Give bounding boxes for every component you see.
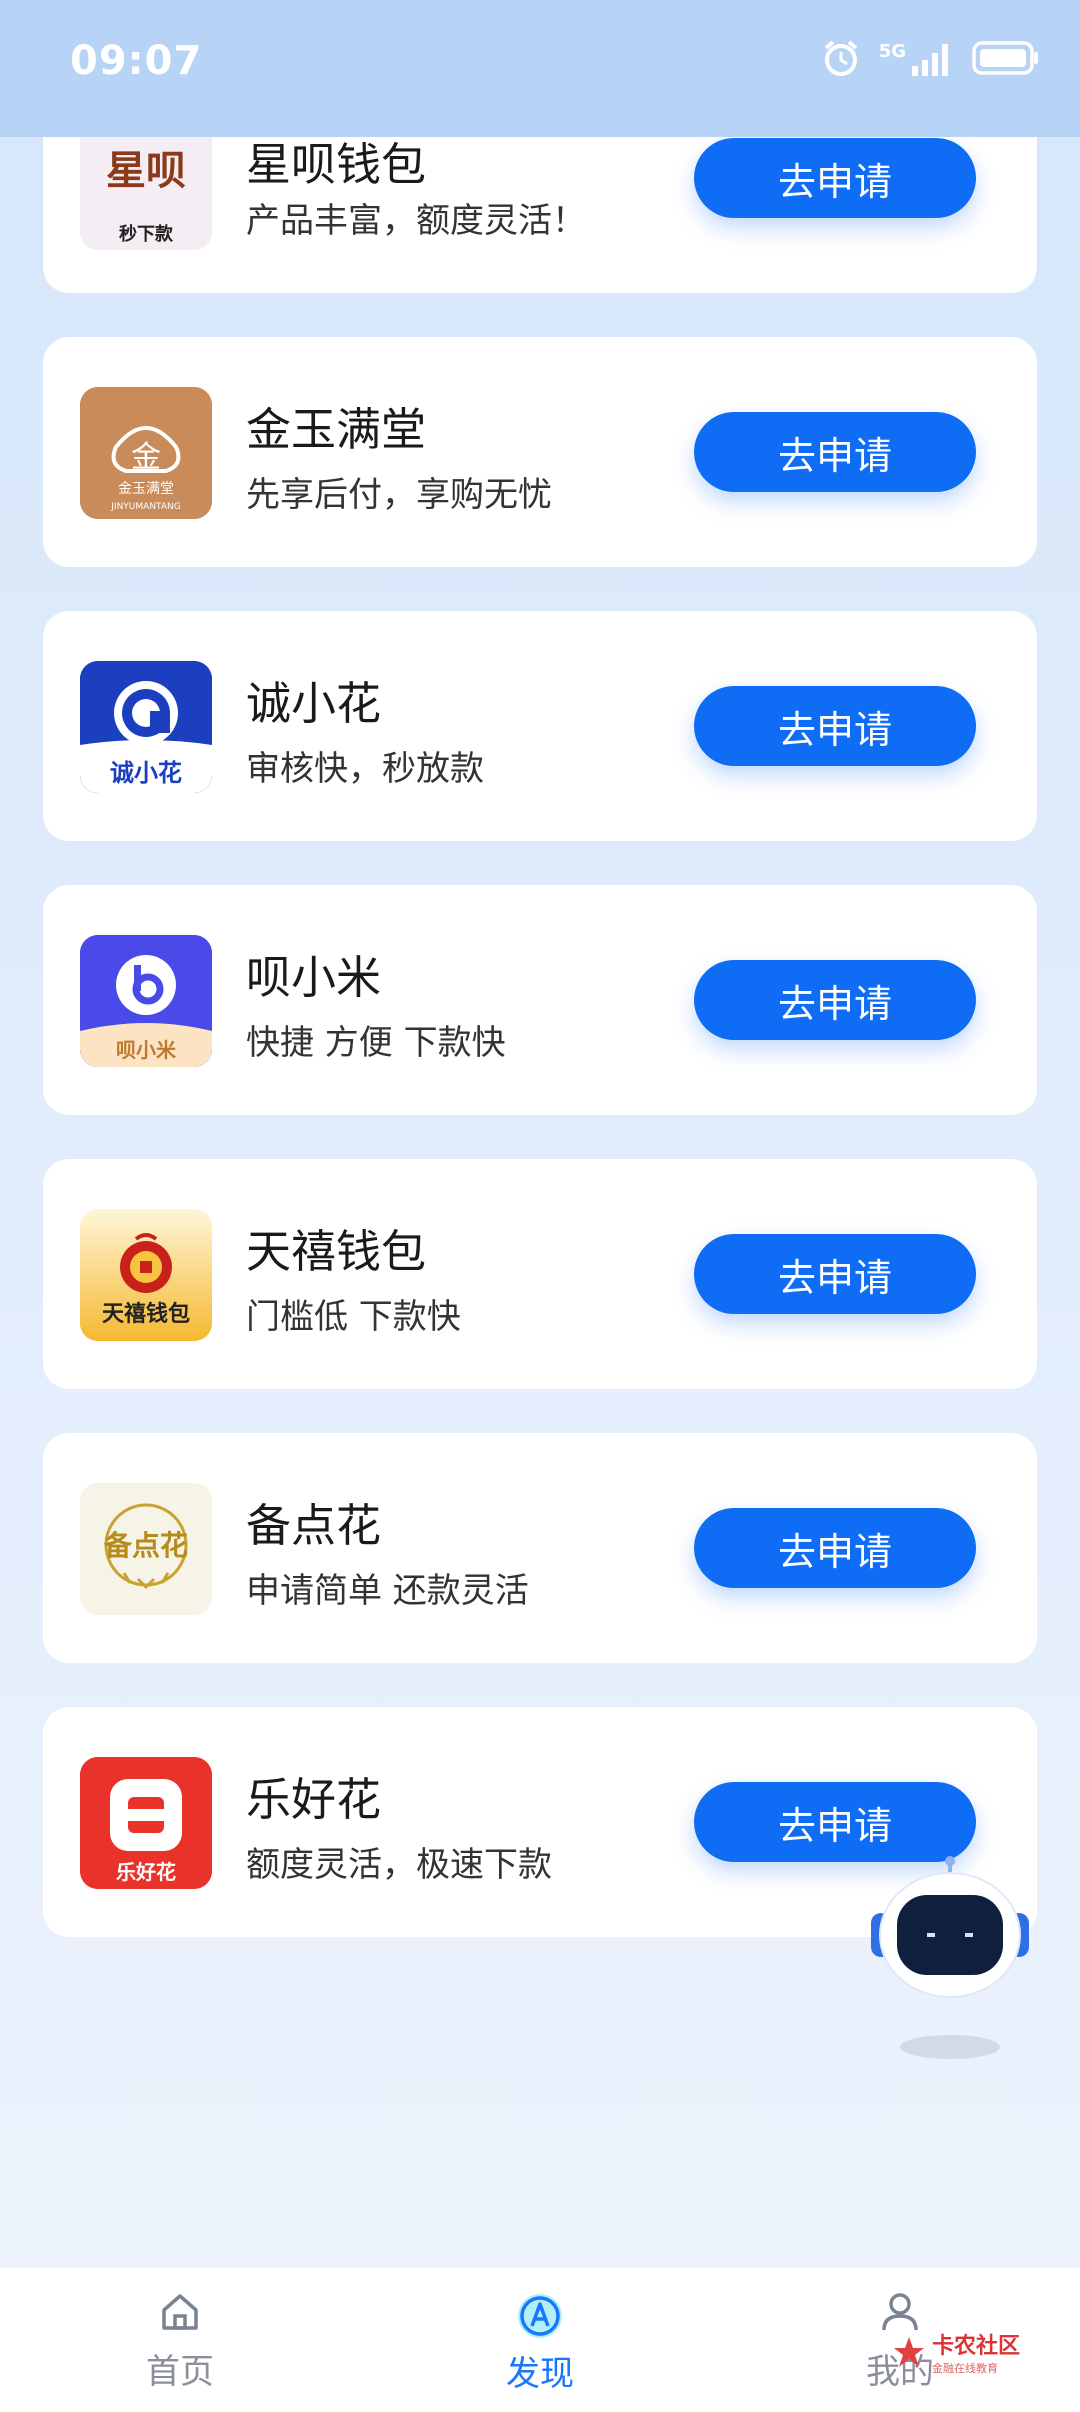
chengxiaohua-logo-text: 诚小花 [110, 759, 182, 787]
jinyumantang-logo-text: 金玉满堂 [118, 481, 174, 497]
discover-icon [518, 2294, 562, 2338]
apply-button[interactable]: 去申请 [694, 960, 976, 1040]
product-name: 星呗钱包 [246, 138, 427, 191]
assistant-robot-button[interactable] [865, 1855, 1035, 2065]
tab-home[interactable]: 首页 [90, 2290, 270, 2393]
product-desc: 产品丰富，额度灵活！ [246, 201, 586, 241]
xingbei-logo-text: 星呗 [106, 148, 186, 194]
tab-discover[interactable]: 发现 [450, 2290, 630, 2395]
product-desc: 门槛低 下款快 [246, 1297, 461, 1337]
product-desc: 申请简单 还款灵活 [246, 1571, 529, 1611]
apply-button[interactable]: 去申请 [694, 1782, 976, 1862]
chengxiaohua-logo-icon: 诚小花 [80, 661, 212, 793]
tab-home-label: 首页 [146, 2352, 214, 2392]
tab-discover-label: 发现 [506, 2354, 574, 2394]
product-desc: 先享后付，享购无忧 [246, 475, 552, 515]
svg-text:金: 金 [131, 440, 161, 475]
robot-icon [871, 1856, 1029, 2059]
product-name: 金玉满堂 [246, 403, 427, 456]
status-icons: 5G [821, 38, 1040, 78]
product-name: 乐好花 [246, 1773, 382, 1826]
tianxi-logo-text: 天禧钱包 [102, 1301, 190, 1327]
product-card[interactable]: 天禧钱包 天禧钱包 门槛低 下款快 去申请 [43, 1159, 1037, 1389]
lehaohua-logo-icon: 乐好花 [80, 1757, 212, 1889]
product-card[interactable]: 备点花 备点花 申请简单 还款灵活 去申请 [43, 1433, 1037, 1663]
signal-icon [912, 44, 948, 76]
beixiaomi-logo-icon: 呗小米 [80, 935, 212, 1067]
tianxi-logo-icon: 天禧钱包 [80, 1209, 212, 1341]
jinyumantang-logo-icon: 金 金玉满堂 JINYUMANTANG [80, 387, 212, 519]
status-time: 09:07 [70, 38, 203, 84]
product-card[interactable]: 金 金玉满堂 JINYUMANTANG 金玉满堂 先享后付，享购无忧 去申请 [43, 337, 1037, 567]
beidianhua-logo-text: 备点花 [103, 1529, 188, 1562]
watermark-title: 卡农社区 [931, 2334, 1020, 2359]
jinyumantang-logo-sub: JINYUMANTANG [110, 502, 180, 512]
apply-button[interactable]: 去申请 [694, 1234, 976, 1314]
product-name: 备点花 [246, 1499, 382, 1552]
product-name: 天禧钱包 [246, 1225, 427, 1278]
product-name: 诚小花 [246, 677, 382, 730]
alarm-icon [824, 40, 857, 76]
product-card[interactable]: 诚小花 诚小花 审核快，秒放款 去申请 [43, 611, 1037, 841]
apply-button[interactable]: 去申请 [694, 138, 976, 218]
apply-button[interactable]: 去申请 [694, 686, 976, 766]
product-desc: 审核快，秒放款 [246, 749, 484, 789]
network-label: 5G [878, 40, 906, 62]
home-icon [162, 2294, 198, 2330]
watermark-logo-icon [893, 2337, 924, 2367]
xingbei-logo-sub: 秒下款 [119, 223, 174, 245]
watermark: 卡农社区 金融在线教育 [892, 2328, 1020, 2376]
xingbei-logo-icon: 星呗 秒下款 [80, 118, 212, 250]
beixiaomi-logo-text: 呗小米 [116, 1038, 177, 1062]
beidianhua-logo-icon: 备点花 [80, 1483, 212, 1615]
battery-icon [972, 41, 1038, 75]
product-name: 呗小米 [246, 951, 382, 1004]
watermark-subtitle: 金融在线教育 [931, 2362, 998, 2375]
apply-button[interactable]: 去申请 [694, 412, 976, 492]
product-desc: 快捷 方便 下款快 [246, 1023, 506, 1063]
product-card[interactable]: 呗小米 呗小米 快捷 方便 下款快 去申请 [43, 885, 1037, 1115]
lehaohua-logo-text: 乐好花 [116, 1860, 176, 1884]
apply-button[interactable]: 去申请 [694, 1508, 976, 1588]
product-desc: 额度灵活，极速下款 [246, 1845, 552, 1885]
status-bar: 09:07 5G [0, 0, 1080, 137]
